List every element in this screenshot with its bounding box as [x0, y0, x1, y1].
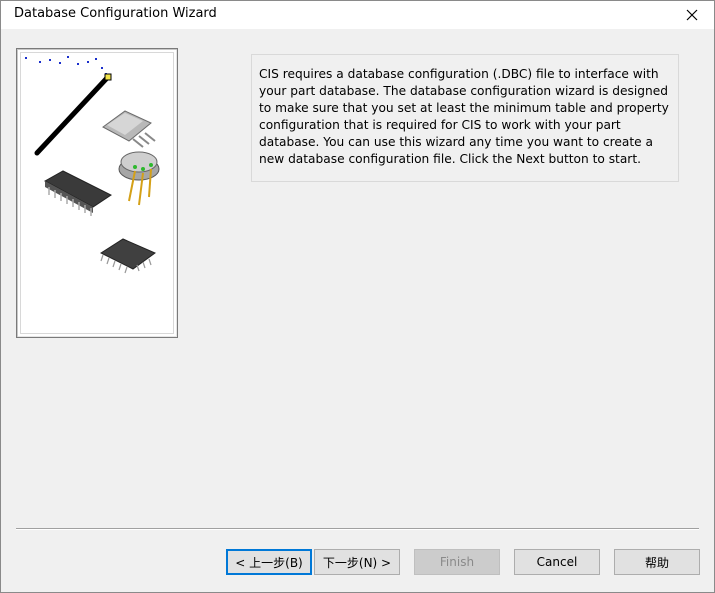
to220-component [102, 110, 156, 148]
electronic-components-illustration [25, 56, 160, 274]
window-title: Database Configuration Wizard [14, 6, 217, 21]
close-icon [686, 9, 698, 21]
title-bar: Database Configuration Wizard [1, 1, 714, 29]
soic-chip [99, 238, 156, 274]
wizard-illustration-panel [16, 48, 178, 338]
cancel-button[interactable]: Cancel [514, 549, 600, 575]
back-button[interactable]: < 上一步(B) [226, 549, 312, 575]
wizard-illustration [20, 52, 174, 334]
close-button[interactable] [670, 1, 714, 29]
next-button[interactable]: 下一步(N) > [314, 549, 400, 575]
help-button[interactable]: 帮助 [614, 549, 700, 575]
description-text: CIS requires a database configuration (.… [259, 67, 669, 166]
button-separator [16, 528, 699, 530]
probe-wand [34, 73, 112, 156]
sparkle-dots [25, 56, 107, 75]
finish-button[interactable]: Finish [414, 549, 500, 575]
wizard-dialog: Database Configuration Wizard CIS requir… [0, 0, 715, 593]
dip-chip [43, 170, 112, 216]
metal-can-transistor [118, 151, 160, 206]
description-box: CIS requires a database configuration (.… [251, 54, 679, 182]
